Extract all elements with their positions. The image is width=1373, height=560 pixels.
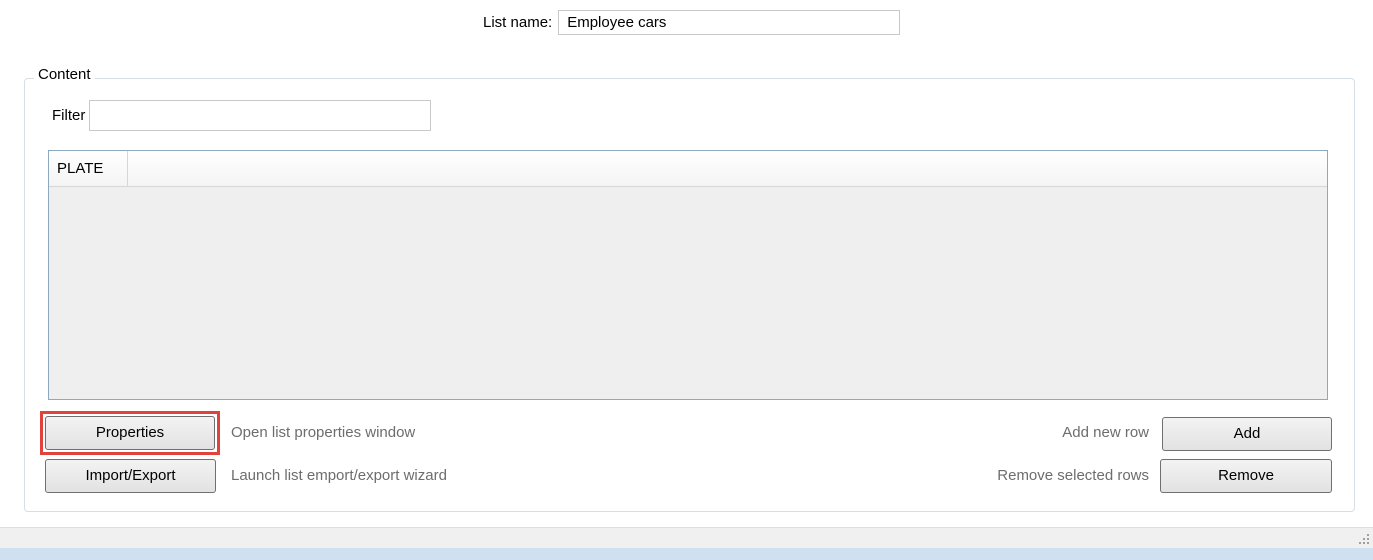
content-group-title: Content (34, 66, 95, 83)
bottom-bar (0, 548, 1373, 560)
list-name-row: List name: (483, 10, 901, 35)
remove-button[interactable]: Remove (1160, 459, 1332, 493)
filter-label: Filter (52, 107, 86, 124)
filter-row: Filter (52, 100, 432, 131)
data-grid[interactable]: PLATE (48, 150, 1328, 400)
list-name-label: List name: (483, 14, 553, 31)
add-hint: Add new row (1062, 424, 1149, 441)
list-name-input[interactable] (558, 10, 901, 35)
properties-button[interactable]: Properties (45, 416, 215, 450)
list-editor-window: List name: Content Filter PLATE Properti… (0, 0, 1373, 560)
import-export-button[interactable]: Import/Export (45, 459, 216, 493)
resize-grip-icon[interactable] (1355, 530, 1369, 544)
add-button[interactable]: Add (1162, 417, 1332, 451)
remove-hint: Remove selected rows (997, 467, 1149, 484)
status-strip (0, 527, 1373, 549)
grid-header: PLATE (49, 151, 1327, 187)
properties-hint: Open list properties window (231, 424, 416, 441)
filter-input[interactable] (89, 100, 432, 131)
column-header-plate[interactable]: PLATE (49, 151, 128, 186)
import-export-hint: Launch list emport/export wizard (231, 467, 447, 484)
